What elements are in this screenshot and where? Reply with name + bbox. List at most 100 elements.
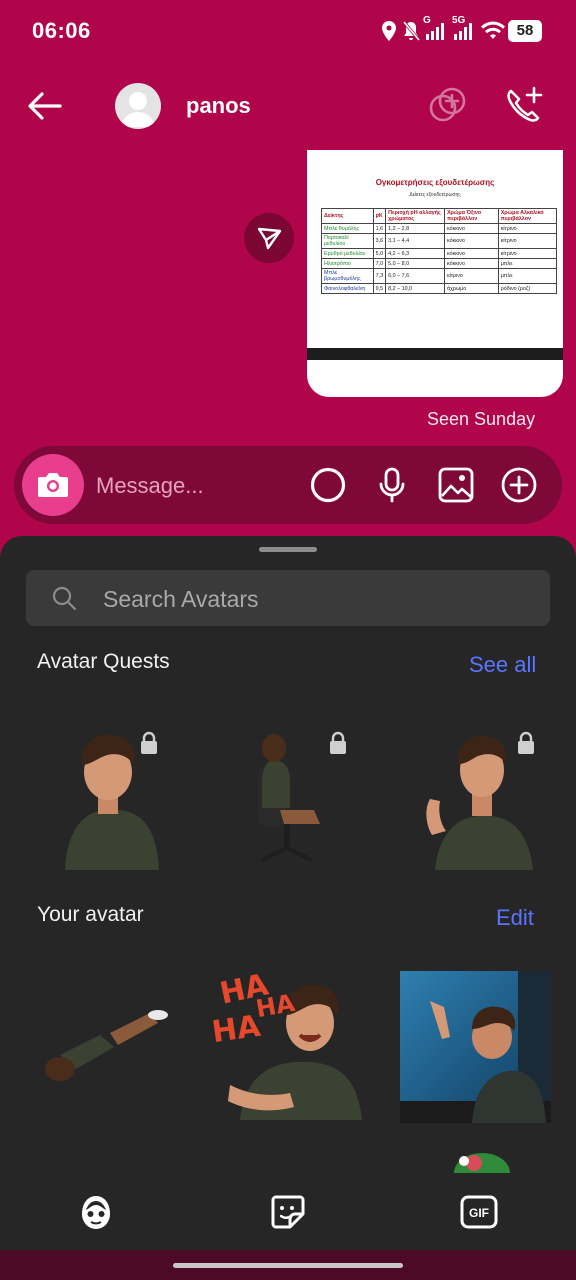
gif-icon[interactable]: GIF <box>459 1192 499 1232</box>
signal-icon-2 <box>454 23 472 40</box>
avatar-sticker-image <box>258 1171 328 1174</box>
table-row: Ηλιοτρόπιο 7,0 5,0 – 8,0 κόκκινο μπλε <box>321 258 558 269</box>
section-title-quests: Avatar Quests <box>37 650 170 673</box>
table-header: Δείκτης <box>321 208 374 224</box>
table-cell: κίτρινο <box>443 268 499 284</box>
table-cell: 5,0 <box>372 248 387 259</box>
back-arrow-icon[interactable] <box>24 86 64 126</box>
table-cell: 3,1 – 4,4 <box>385 233 445 249</box>
table-header-row: Δείκτης pK Περιοχή pH αλλαγής χρώματος Χ… <box>321 208 558 224</box>
table-cell: 7,0 <box>372 258 387 269</box>
forward-button[interactable] <box>244 213 294 263</box>
svg-text:GIF: GIF <box>469 1206 489 1220</box>
table-cell: 8,2 – 10,0 <box>385 283 445 294</box>
lock-icon <box>518 731 534 754</box>
table-cell: Μπλε βρωμοθυμόλης <box>321 268 374 284</box>
haha-text: HA <box>209 1008 263 1051</box>
avatar-icon[interactable] <box>76 1192 116 1232</box>
table-cell: Ηλιοτρόπιο <box>321 258 374 269</box>
section-title-your-avatar: Your avatar <box>37 903 144 926</box>
table-cell: 1,2 – 2,8 <box>385 223 445 234</box>
table-cell: 6,0 – 7,6 <box>385 268 445 284</box>
table-row: Ερυθρό μεθυλίου 5,0 4,2 – 6,3 κόκκινο κί… <box>321 248 558 259</box>
table-cell: μπλε <box>497 258 558 269</box>
table-cell: ρόδινο (ροζ) <box>497 283 558 294</box>
sheet-drag-handle[interactable] <box>259 547 317 552</box>
lock-icon <box>141 731 157 754</box>
sticker-icon[interactable] <box>268 1192 308 1232</box>
mute-bell-icon <box>402 21 420 41</box>
avatar-sticker-partial[interactable] <box>450 1147 514 1173</box>
quest-sticker[interactable] <box>40 720 190 875</box>
table-row: Πορτοκαλί μεθυλίου 3,6 3,1 – 4,4 κόκκινο… <box>321 233 558 249</box>
table-cell: Μπλε θυμόλης <box>321 223 374 234</box>
home-gesture-bar[interactable] <box>173 1263 403 1268</box>
table-cell: 9,5 <box>372 283 387 294</box>
table-cell: κόκκινο <box>443 233 499 249</box>
table-cell: μπλε <box>497 268 558 284</box>
default-profile-icon <box>121 92 155 127</box>
table-row: Μπλε βρωμοθυμόλης 7,3 6,0 – 7,6 κίτρινο … <box>321 268 558 284</box>
table-header: Χρώμα Αλκαλικό περιβάλλον <box>497 208 558 224</box>
avatar-sticker[interactable] <box>30 985 180 1095</box>
lock-icon <box>330 731 346 754</box>
microphone-icon[interactable] <box>373 466 411 504</box>
status-time: 06:06 <box>32 18 91 43</box>
table-cell: κίτρινο <box>497 223 558 234</box>
camera-button[interactable] <box>22 454 84 516</box>
table-cell: Φαινολοφθαλεΐνη <box>321 283 374 294</box>
table-cell: κόκκινο <box>443 223 499 234</box>
table-cell: Πορτοκαλί μεθυλίου <box>321 233 374 249</box>
see-all-link[interactable]: See all <box>469 652 536 678</box>
indicator-table: Δείκτης pK Περιοχή pH αλλαγής χρώματος Χ… <box>321 208 563 294</box>
table-cell: 5,0 – 8,0 <box>385 258 445 269</box>
wifi-icon <box>481 21 505 39</box>
avatar-sticker-image <box>454 1153 510 1173</box>
battery-level: 58 <box>508 20 542 42</box>
avatar-sticker-partial[interactable] <box>258 1166 328 1174</box>
table-header: pK <box>372 208 387 224</box>
table-cell: 7,3 <box>372 268 387 284</box>
image-footer-bar <box>307 348 563 360</box>
message-input[interactable] <box>96 470 286 502</box>
document-title: Ογκομετρήσεις εξουδετέρωσης <box>375 178 495 187</box>
table-header: Περιοχή pH αλλαγής χρώματος <box>385 208 445 224</box>
table-cell: κίτρινο <box>497 233 558 249</box>
avatar-sticker[interactable] <box>400 971 551 1123</box>
avatar-sticker-sheet <box>0 536 576 1252</box>
contact-name[interactable]: panos <box>186 93 251 119</box>
shared-image-message[interactable]: Ογκομετρήσεις εξουδετέρωσης Δείκτες εξου… <box>307 150 563 397</box>
document-preview: Ογκομετρήσεις εξουδετέρωσης Δείκτες εξου… <box>313 168 558 348</box>
table-cell: 1,6 <box>372 223 387 234</box>
signal-icon-1 <box>426 23 444 40</box>
table-cell: κόκκινο <box>443 248 499 259</box>
send-arrow-icon <box>257 227 282 250</box>
effects-icon[interactable] <box>426 84 468 126</box>
add-circle-icon[interactable] <box>500 466 538 504</box>
table-cell: άχρωμο <box>443 283 499 294</box>
table-cell: κόκκινο <box>443 258 499 269</box>
table-cell: 3,6 <box>372 233 387 249</box>
seen-status: Seen Sunday <box>427 409 536 429</box>
avatar-lying-down-image <box>45 1010 168 1081</box>
avatar-office-chair-image <box>258 734 320 862</box>
add-call-icon[interactable] <box>503 84 545 126</box>
avatar-rain-window-image <box>400 971 551 1123</box>
gallery-icon[interactable] <box>437 466 475 504</box>
contact-avatar[interactable] <box>115 83 161 129</box>
circle-record-icon[interactable] <box>309 466 347 504</box>
location-icon <box>382 21 396 41</box>
camera-icon <box>38 473 68 497</box>
table-row: Μπλε θυμόλης 1,6 1,2 – 2,8 κόκκινο κίτρι… <box>321 223 558 234</box>
table-cell: 4,2 – 6,3 <box>385 248 445 259</box>
table-header: Χρώμα Όξινο περιβάλλον <box>443 208 499 224</box>
table-cell: κίτρινο <box>497 248 558 259</box>
table-cell: Ερυθρό μεθυλίου <box>321 248 374 259</box>
table-row: Φαινολοφθαλεΐνη 9,5 8,2 – 10,0 άχρωμο ρό… <box>321 283 558 294</box>
search-icon <box>52 586 77 611</box>
quest-sticker[interactable] <box>240 720 340 875</box>
avatar-standing-image <box>65 734 159 870</box>
document-subtitle: Δείκτες εξουδετέρωσης <box>409 192 461 198</box>
edit-avatar-link[interactable]: Edit <box>496 905 534 931</box>
search-avatars-input[interactable] <box>103 584 503 614</box>
